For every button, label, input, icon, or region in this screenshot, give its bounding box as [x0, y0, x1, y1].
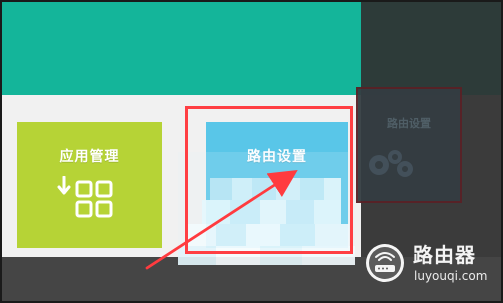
app-grid-icon — [75, 180, 113, 218]
dimmed-header-region — [361, 2, 501, 95]
shadow-route-settings-tile: 路由设置 — [356, 87, 462, 203]
brand-url: luyouqi.com — [414, 269, 488, 283]
route-settings-tile[interactable]: 路由设置 — [206, 122, 348, 248]
brand-name: 路由器 — [413, 243, 476, 267]
route-settings-title: 路由设置 — [247, 149, 307, 165]
app-management-title: 应用管理 — [59, 149, 120, 165]
brand-watermark: 路由器 luyouqi.com — [365, 243, 501, 298]
download-arrow-icon — [57, 176, 71, 195]
screen-frame: 应用管理 路由设置 路由设置 路由器 luyouqi.com — [0, 0, 503, 303]
shadow-route-settings-title: 路由设置 — [387, 117, 431, 130]
top-header — [2, 2, 361, 95]
router-logo-icon — [366, 244, 404, 282]
